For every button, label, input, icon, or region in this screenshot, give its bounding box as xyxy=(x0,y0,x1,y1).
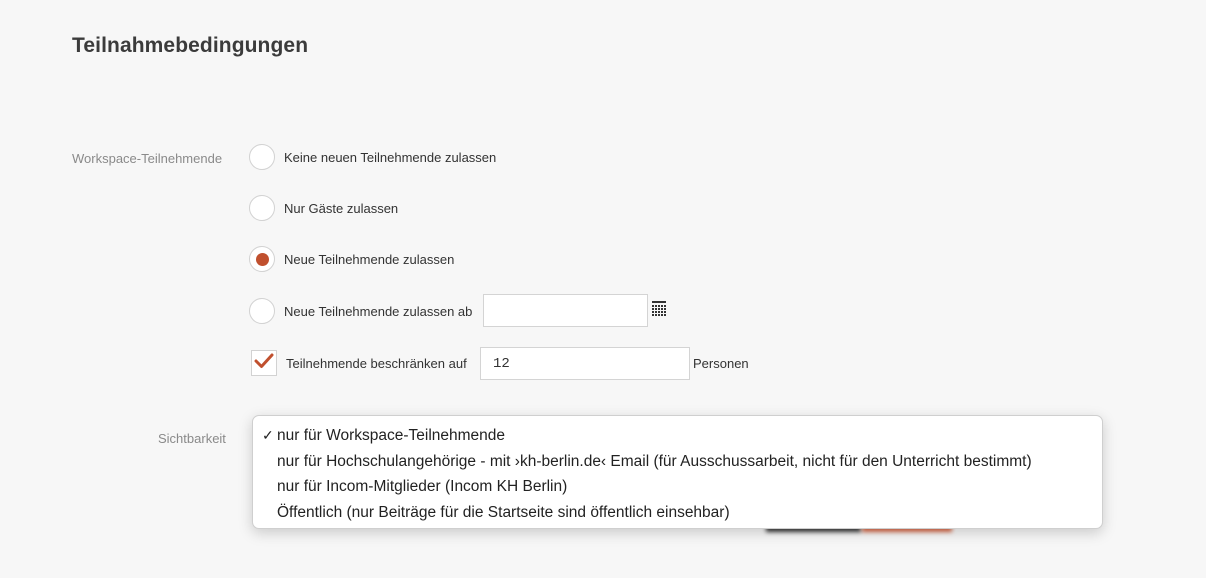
visibility-option-workspace[interactable]: ✓ nur für Workspace-Teilnehmende xyxy=(253,423,1102,449)
visibility-option-public[interactable]: Öffentlich (nur Beiträge für die Startse… xyxy=(253,500,1102,526)
calendar-icon[interactable] xyxy=(652,301,666,322)
visibility-option-incom-members[interactable]: nur für Incom-Mitglieder (Incom KH Berli… xyxy=(253,474,1102,500)
limit-participants-input[interactable]: 12 xyxy=(480,347,690,380)
radio-option-no-new[interactable]: Keine neuen Teilnehmende zulassen xyxy=(249,143,496,171)
check-icon: ✓ xyxy=(262,427,274,443)
visibility-option-university[interactable]: nur für Hochschulangehörige - mit ›kh-be… xyxy=(253,449,1102,475)
radio-button[interactable] xyxy=(249,195,275,221)
workspace-participants-label: Workspace-Teilnehmende xyxy=(72,151,223,166)
limit-participants-checkbox[interactable] xyxy=(251,350,277,376)
visibility-option-label: nur für Incom-Mitglieder (Incom KH Berli… xyxy=(277,478,568,495)
radio-option-allow-new-from[interactable]: Neue Teilnehmende zulassen ab xyxy=(249,297,472,325)
visibility-label: Sichtbarkeit xyxy=(158,431,226,446)
radio-selected-dot xyxy=(255,252,269,266)
radio-option-label: Neue Teilnehmende zulassen xyxy=(284,251,455,267)
radio-button[interactable] xyxy=(249,144,275,170)
page-title: Teilnahmebedingungen xyxy=(72,34,309,57)
radio-button[interactable] xyxy=(249,298,275,324)
radio-option-allow-new[interactable]: Neue Teilnehmende zulassen xyxy=(249,245,454,273)
radio-button-selected[interactable] xyxy=(249,246,275,272)
limit-participants-row: Teilnehmende beschränken auf xyxy=(251,348,467,378)
limit-unit-label: Personen xyxy=(693,356,749,371)
visibility-dropdown-menu[interactable]: ✓ nur für Workspace-Teilnehmende nur für… xyxy=(252,415,1103,529)
radio-option-guests-only[interactable]: Nur Gäste zulassen xyxy=(249,194,398,222)
visibility-option-label: Öffentlich (nur Beiträge für die Startse… xyxy=(277,503,730,521)
date-from-input[interactable] xyxy=(483,294,648,327)
checkmark-icon xyxy=(254,353,274,374)
radio-option-label: Nur Gäste zulassen xyxy=(284,200,399,216)
visibility-option-label: nur für Workspace-Teilnehmende xyxy=(277,427,506,444)
radio-option-label: Neue Teilnehmende zulassen ab xyxy=(284,303,473,319)
limit-participants-label: Teilnehmende beschränken auf xyxy=(286,355,467,371)
radio-option-label: Keine neuen Teilnehmende zulassen xyxy=(284,149,497,165)
visibility-option-label: nur für Hochschulangehörige - mit ›kh-be… xyxy=(277,452,1032,470)
